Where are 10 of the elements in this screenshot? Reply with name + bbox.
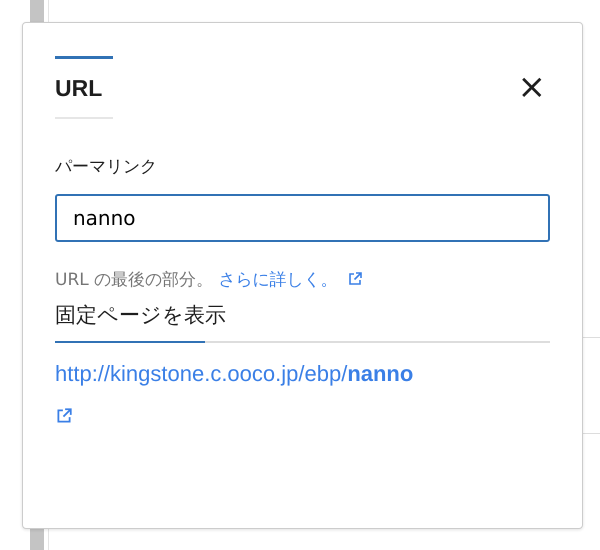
page-url-link[interactable]: http://kingstone.c.ooco.jp/ebp/nanno: [55, 357, 414, 390]
field-label: パーマリンク: [55, 156, 158, 179]
learn-more-link[interactable]: さらに詳しく。: [218, 270, 338, 290]
external-link-icon[interactable]: [55, 407, 73, 426]
popover-title: URL: [55, 75, 104, 103]
permalink-field[interactable]: nanno: [55, 194, 550, 242]
help-text: URL の最後の部分。: [55, 270, 214, 290]
external-link-icon[interactable]: [346, 271, 363, 288]
section-heading: 固定ページを表示: [55, 302, 227, 329]
close-button[interactable]: ×: [514, 70, 550, 104]
